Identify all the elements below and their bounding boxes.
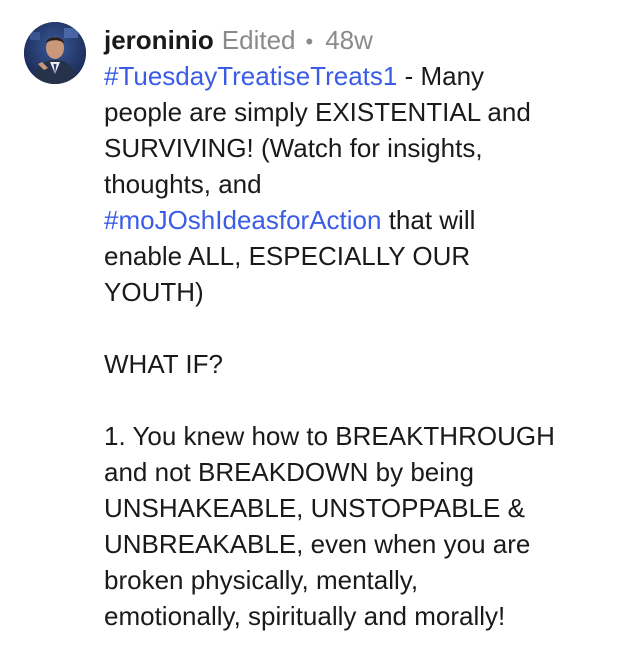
username-link[interactable]: jeroninio [104, 22, 214, 58]
text-line: thoughts, and [104, 169, 262, 199]
text-line: SURVIVING! (Watch for insights, [104, 133, 483, 163]
edited-label: Edited [221, 25, 296, 55]
avatar[interactable] [24, 22, 86, 84]
separator-dot: • [305, 29, 314, 54]
comment-header: jeroninio Edited • 48w [104, 22, 604, 58]
comment-age: 48w [325, 25, 373, 55]
comment: jeroninio Edited • 48w #TuesdayTreatiseT… [0, 0, 628, 650]
comment-text: #TuesdayTreatiseTreats1 - Many people ar… [104, 58, 604, 634]
text-line: broken physically, mentally, [104, 565, 419, 595]
text-line: people are simply EXISTENTIAL and [104, 97, 531, 127]
comment-content: jeroninio Edited • 48w #TuesdayTreatiseT… [104, 22, 604, 634]
text-span: - Many [397, 61, 485, 91]
text-line: and not BREAKDOWN by being [104, 457, 474, 487]
hashtag-link[interactable]: #TuesdayTreatiseTreats1 [104, 61, 397, 91]
text-line: WHAT IF? [104, 349, 223, 379]
text-line: emotionally, spiritually and morally! [104, 601, 506, 631]
text-line: UNBREAKABLE, even when you are [104, 529, 531, 559]
avatar-photo [24, 22, 86, 84]
text-line: #TuesdayTreatiseTreats1 - Many [104, 58, 604, 94]
text-line: UNSHAKEABLE, UNSTOPPABLE & [104, 493, 525, 523]
text-line: YOUTH) [104, 277, 204, 307]
text-span: that will [381, 205, 476, 235]
hashtag-link[interactable]: #moJOshIdeasforAction [104, 205, 381, 235]
text-line: enable ALL, ESPECIALLY OUR [104, 241, 471, 271]
text-line: 1. You knew how to BREAKTHROUGH [104, 421, 555, 451]
text-line: #moJOshIdeasforAction that will [104, 202, 604, 238]
